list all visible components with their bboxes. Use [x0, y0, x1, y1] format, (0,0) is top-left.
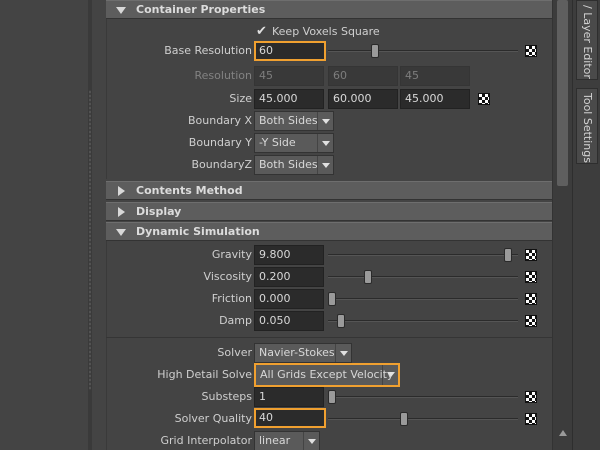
chevron-down-icon [335, 344, 351, 362]
chevron-down-icon [317, 156, 333, 174]
resolution-x-field: 45 [254, 66, 324, 86]
checker-map-icon[interactable] [478, 93, 490, 105]
solver-quality-slider-track[interactable] [328, 418, 518, 420]
tab-tool-settings[interactable]: Tool Settings [576, 88, 598, 164]
section-title: Dynamic Simulation [136, 225, 260, 238]
substeps-label: Substeps [201, 390, 252, 403]
tab-layer-editor-label: / Layer Editor [581, 5, 594, 79]
expand-icon [118, 207, 125, 217]
friction-label: Friction [211, 292, 252, 305]
base-resolution-field[interactable]: 60 [254, 41, 326, 61]
damp-label: Damp [219, 314, 252, 327]
boundary-y-value: -Y Side [259, 136, 296, 149]
right-side-tabs: / Layer Editor Tool Settings [572, 0, 600, 450]
section-header-dynamic-simulation[interactable]: Dynamic Simulation [106, 222, 552, 241]
viscosity-label: Viscosity [203, 270, 252, 283]
substeps-field[interactable]: 1 [254, 387, 324, 407]
vertical-scrollbar[interactable] [552, 0, 572, 450]
base-resolution-slider-track[interactable] [328, 50, 518, 52]
section-header-display[interactable]: Display [106, 202, 552, 221]
damp-slider-track[interactable] [328, 320, 518, 322]
checker-map-icon[interactable] [525, 413, 537, 425]
gravity-field[interactable]: 9.800 [254, 245, 324, 265]
boundary-x-label: Boundary X [187, 114, 252, 127]
solver-value: Navier-Stokes [259, 346, 335, 359]
checker-map-icon[interactable] [525, 293, 537, 305]
substeps-slider-handle[interactable] [328, 390, 336, 404]
solver-quality-field[interactable]: 40 [254, 408, 326, 428]
damp-slider-handle[interactable] [337, 314, 345, 328]
chevron-down-icon [303, 432, 319, 450]
chevron-down-icon [317, 112, 333, 130]
tab-tool-settings-label: Tool Settings [581, 93, 594, 163]
size-x-field[interactable]: 45.000 [254, 89, 324, 109]
gravity-slider-handle[interactable] [504, 248, 513, 262]
size-z-field[interactable]: 45.000 [400, 89, 470, 109]
divider [106, 337, 552, 338]
viscosity-slider-track[interactable] [328, 276, 518, 278]
viscosity-field[interactable]: 0.200 [254, 267, 324, 287]
solver-quality-slider-handle[interactable] [400, 412, 408, 426]
boundary-y-dropdown[interactable]: -Y Side [254, 133, 334, 153]
section-title: Display [136, 205, 182, 218]
size-y-field[interactable]: 60.000 [328, 89, 398, 109]
viscosity-slider-handle[interactable] [364, 270, 372, 284]
size-label: Size [229, 92, 252, 105]
friction-slider-track[interactable] [328, 298, 518, 300]
tab-layer-editor[interactable]: / Layer Editor [576, 0, 598, 80]
checker-map-icon[interactable] [525, 315, 537, 327]
section-title: Container Properties [136, 3, 266, 16]
chevron-down-icon [317, 134, 333, 152]
high-detail-solve-dropdown[interactable]: All Grids Except Velocity [254, 363, 400, 387]
base-resolution-label: Base Resolution [164, 44, 252, 57]
collapse-icon [116, 229, 126, 236]
collapse-icon [116, 7, 126, 14]
chevron-down-icon [382, 365, 398, 385]
section-title: Contents Method [136, 184, 243, 197]
scroll-up-arrow-icon[interactable] [559, 430, 567, 436]
gravity-label: Gravity [211, 248, 252, 261]
solver-label: Solver [217, 346, 252, 359]
scrollbar-thumb[interactable] [557, 0, 568, 186]
expand-icon [118, 186, 125, 196]
left-workspace [0, 0, 88, 450]
grid-interpolator-value: linear [259, 434, 291, 447]
checker-map-icon[interactable] [525, 271, 537, 283]
attribute-editor-panel: Container Properties ✔ Keep Voxels Squar… [92, 0, 552, 450]
substeps-slider-track[interactable] [328, 396, 518, 398]
resolution-z-field: 45 [400, 66, 470, 86]
boundary-z-label: BoundaryZ [191, 158, 252, 171]
boundary-z-dropdown[interactable]: Both Sides [254, 155, 334, 175]
checker-map-icon[interactable] [525, 45, 537, 57]
grip-dots [89, 90, 91, 390]
boundary-y-label: Boundary Y [188, 136, 252, 149]
base-resolution-slider-handle[interactable] [371, 44, 380, 58]
solver-quality-label: Solver Quality [174, 412, 252, 425]
section-header-contents-method[interactable]: Contents Method [106, 181, 552, 200]
grid-interpolator-label: Grid Interpolator [160, 434, 252, 447]
resolution-y-field: 60 [328, 66, 398, 86]
high-detail-solve-label: High Detail Solve [157, 368, 252, 381]
grid-interpolator-dropdown[interactable]: linear [254, 431, 320, 450]
friction-slider-handle[interactable] [328, 292, 336, 306]
friction-field[interactable]: 0.000 [254, 289, 324, 309]
boundary-z-value: Both Sides [259, 158, 318, 171]
solver-dropdown[interactable]: Navier-Stokes [254, 343, 352, 363]
gravity-slider-track[interactable] [328, 254, 518, 256]
keep-voxels-square-checkbox[interactable]: ✔ [256, 22, 267, 42]
boundary-x-value: Both Sides [259, 114, 318, 127]
boundary-x-dropdown[interactable]: Both Sides [254, 111, 334, 131]
keep-voxels-square-label: Keep Voxels Square [272, 25, 380, 38]
resolution-label: Resolution [194, 69, 252, 82]
section-header-container-properties[interactable]: Container Properties [106, 0, 552, 19]
damp-field[interactable]: 0.050 [254, 311, 324, 331]
checker-map-icon[interactable] [525, 391, 537, 403]
checker-map-icon[interactable] [525, 249, 537, 261]
high-detail-solve-value: All Grids Except Velocity [260, 368, 394, 381]
